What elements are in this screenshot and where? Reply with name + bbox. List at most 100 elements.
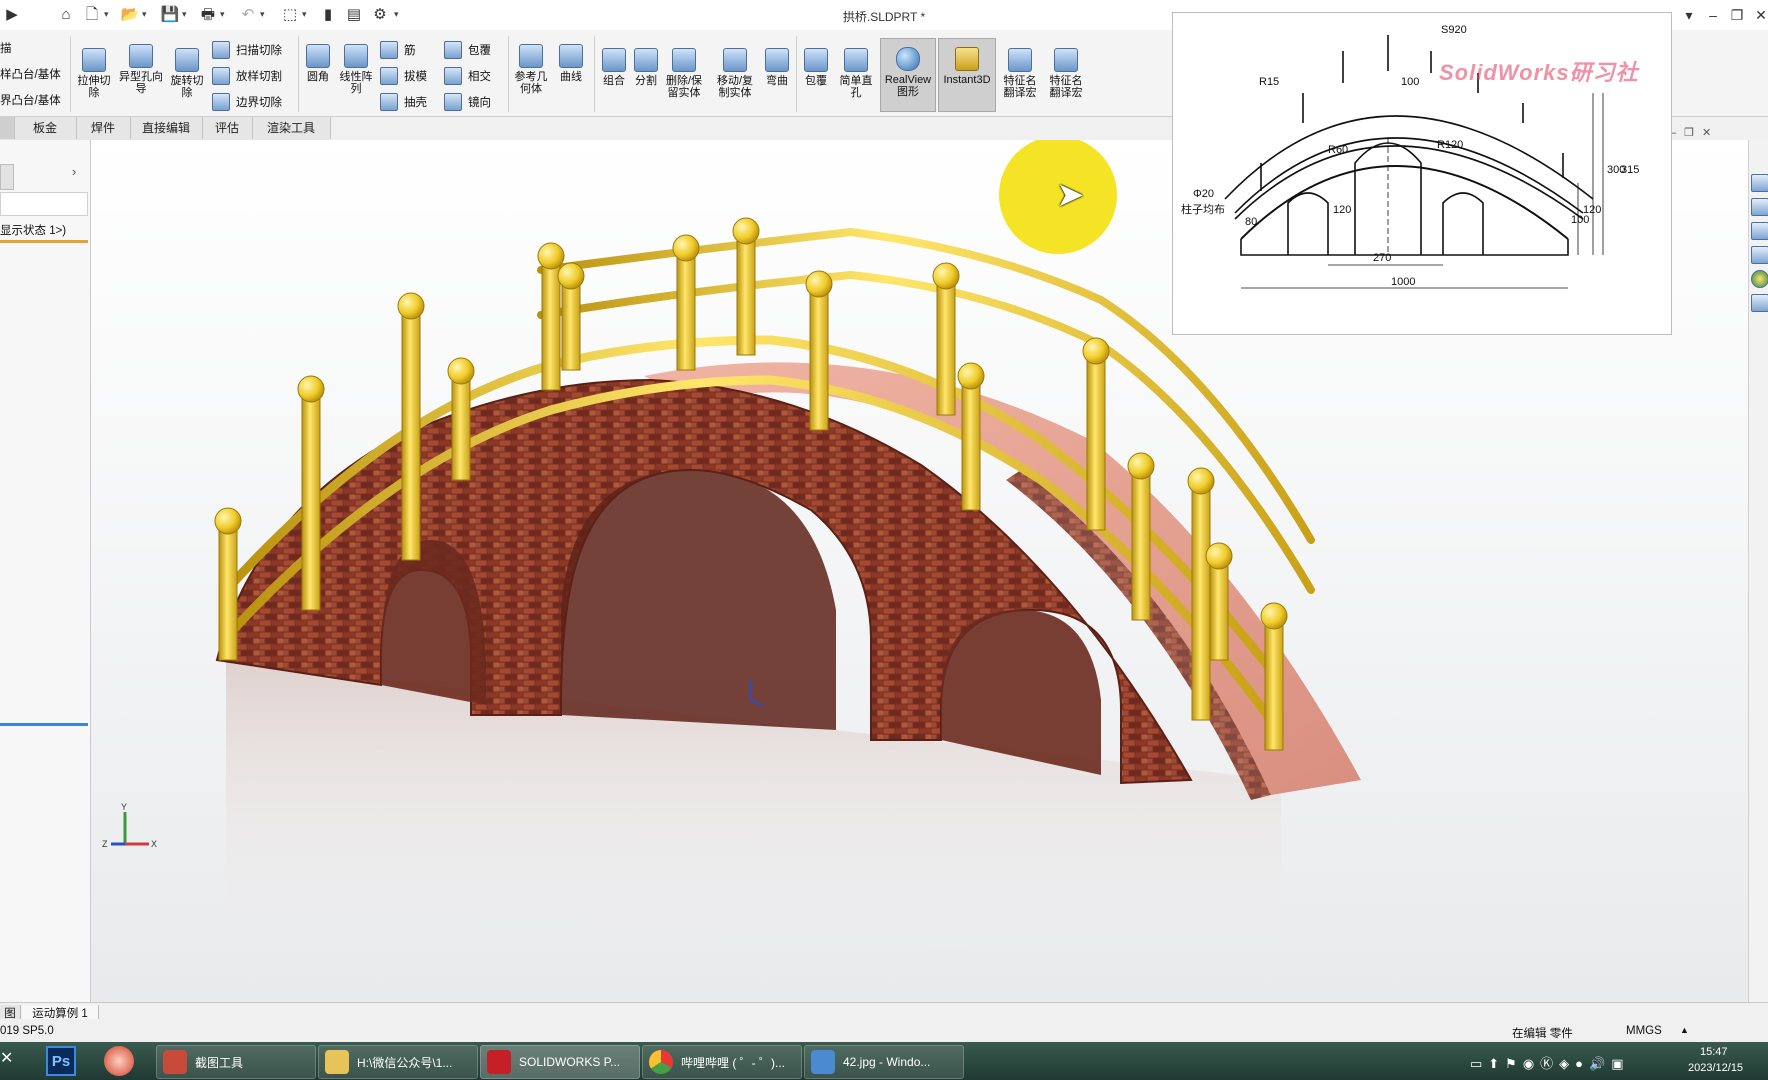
draft-icon: [380, 67, 398, 85]
realview-graphics-button[interactable]: RealView 图形: [880, 38, 936, 112]
windows-taskbar: ✕ Ps 截图工具 H:\微信公众号\1... SOLIDWORKS P... …: [0, 1042, 1768, 1080]
taskbar-photo-viewer[interactable]: 42.jpg - Windo...: [804, 1045, 964, 1079]
ribbon-item-partial[interactable]: 描: [0, 38, 12, 58]
lofted-cut-button[interactable]: 放样切割: [212, 66, 282, 86]
clock-time[interactable]: 15:47: [1700, 1046, 1728, 1058]
button-label: 曲线: [560, 71, 582, 83]
linear-pattern-button[interactable]: 线性阵列: [336, 44, 376, 95]
combine-button[interactable]: 组合: [598, 48, 630, 87]
resources-home-icon[interactable]: [1751, 174, 1768, 192]
flex-button[interactable]: 弯曲: [762, 48, 792, 87]
rib-button[interactable]: 筋: [380, 40, 416, 60]
task-pane-strip: [1748, 140, 1768, 1002]
railing-post-cap: [447, 357, 475, 385]
scissors-icon: [163, 1050, 187, 1074]
extruded-cut-icon: [82, 48, 106, 72]
button-label: 弯曲: [766, 75, 788, 87]
curves-button[interactable]: 曲线: [554, 44, 588, 83]
view-window-controls[interactable]: –❐✕: [1670, 126, 1719, 139]
mirror-button[interactable]: 镜向: [444, 92, 491, 112]
railing-post-cap: [732, 217, 760, 245]
button-label: 扫描切除: [236, 45, 282, 57]
dim-r120: R120: [1437, 139, 1463, 151]
main-arch: [561, 470, 836, 730]
wrap-button[interactable]: 包覆: [444, 40, 491, 60]
photo-viewer-icon: [811, 1050, 835, 1074]
clock-date[interactable]: 2023/12/15: [1688, 1062, 1743, 1074]
move-copy-body-button[interactable]: 移动/复制实体: [712, 48, 758, 99]
mouse-cursor-icon: ➤: [1056, 176, 1085, 214]
tab-partial[interactable]: [0, 117, 15, 139]
tab-model[interactable]: 图: [0, 1005, 21, 1020]
minimize-icon[interactable]: –: [1700, 4, 1726, 26]
tree-filter-input[interactable]: [0, 192, 88, 216]
units-dropdown-icon[interactable]: ▲: [1680, 1025, 1689, 1035]
button-label: 抽壳: [404, 97, 427, 109]
view-palette-icon[interactable]: [1751, 246, 1768, 264]
wrap-big-button[interactable]: 包覆: [800, 48, 832, 87]
chevron-right-icon[interactable]: ›: [72, 164, 76, 179]
railing-post-cap: [297, 375, 325, 403]
design-library-icon[interactable]: [1751, 198, 1768, 216]
photoshop-icon[interactable]: Ps: [46, 1046, 76, 1076]
split-icon: [634, 48, 658, 72]
delete-keep-body-button[interactable]: 删除/保留实体: [662, 48, 706, 99]
instant3d-button[interactable]: Instant3D: [938, 38, 996, 112]
boundary-cut-button[interactable]: 边界切除: [212, 92, 282, 112]
shell-button[interactable]: 抽壳: [380, 92, 427, 112]
system-tray-icons[interactable]: ▭⬆⚑◉Ⓚ◈●🔊▣: [1470, 1053, 1630, 1072]
units-label[interactable]: MMGS: [1626, 1025, 1662, 1037]
revolved-cut-button[interactable]: 旋转切除: [166, 48, 208, 99]
taskbar-browser[interactable]: 哔哩哔哩 ( ゜- ゜)...: [642, 1045, 802, 1079]
intersect-button[interactable]: 相交: [444, 66, 491, 86]
fillet-button[interactable]: 圆角: [302, 44, 334, 83]
filter-field[interactable]: [0, 164, 14, 190]
draft-button[interactable]: 拔模: [380, 66, 427, 86]
railing-post-cap: [557, 262, 585, 290]
chevron-down-icon[interactable]: ▾: [1676, 4, 1702, 26]
ribbon-item-partial[interactable]: 样凸台/基体: [0, 64, 61, 84]
button-label: RealView 图形: [884, 74, 932, 98]
restore-icon[interactable]: ❐: [1724, 4, 1750, 26]
ribbon-separator: [70, 36, 71, 112]
tab-evaluate[interactable]: 评估: [202, 117, 253, 139]
wrap-icon: [444, 41, 462, 59]
close-icon[interactable]: ✕: [1748, 4, 1768, 26]
feature-translate-macro-button-2[interactable]: 特征名翻译宏: [1046, 48, 1086, 99]
dim-s920: S920: [1441, 24, 1467, 36]
rollback-bar[interactable]: [0, 723, 88, 726]
file-explorer-icon[interactable]: [1751, 222, 1768, 240]
tab-direct-editing[interactable]: 直接编辑: [130, 117, 203, 139]
tab-motion-study[interactable]: 运动算例 1: [22, 1005, 99, 1020]
start-button-icon[interactable]: ✕: [0, 1048, 20, 1074]
swept-cut-button[interactable]: 扫描切除: [212, 40, 282, 60]
button-label: 删除/保留实体: [665, 75, 703, 99]
split-button[interactable]: 分割: [630, 48, 662, 87]
button-label: 拉伸切除: [77, 75, 111, 99]
pinned-app-icon[interactable]: [104, 1046, 134, 1076]
custom-properties-icon[interactable]: [1751, 294, 1768, 312]
taskbar-snipping-tool[interactable]: 截图工具: [156, 1045, 316, 1079]
ribbon-item-partial[interactable]: 界凸台/基体: [0, 90, 61, 110]
taskbar-explorer[interactable]: H:\微信公众号\1...: [318, 1045, 478, 1079]
tab-weldments[interactable]: 焊件: [76, 117, 131, 139]
hole-wizard-button[interactable]: 异型孔向导: [118, 44, 164, 95]
simple-hole-button[interactable]: 简单直孔: [836, 48, 876, 99]
taskbar-label: 哔哩哔哩 ( ゜- ゜)...: [681, 1055, 785, 1070]
dim-80: 80: [1245, 216, 1257, 228]
reference-geometry-button[interactable]: 参考几何体: [512, 44, 550, 95]
feature-translate-macro-button-1[interactable]: 特征名翻译宏: [1000, 48, 1040, 99]
taskbar-solidworks[interactable]: SOLIDWORKS P...: [480, 1045, 640, 1079]
button-label: 异型孔向导: [119, 71, 163, 95]
button-label: 边界切除: [236, 97, 282, 109]
tab-sheet-metal[interactable]: 板金: [14, 117, 77, 139]
dim-100-top: 100: [1401, 76, 1419, 88]
tab-render-tools[interactable]: 渲染工具: [252, 117, 331, 139]
dim-1000: 1000: [1391, 276, 1415, 288]
appearances-icon[interactable]: [1751, 270, 1768, 288]
railing-post: [218, 524, 238, 661]
intersect-icon: [444, 67, 462, 85]
railing-post-cap: [214, 507, 242, 535]
extruded-cut-button[interactable]: 拉伸切除: [74, 48, 114, 99]
ribbon-separator: [796, 36, 797, 112]
